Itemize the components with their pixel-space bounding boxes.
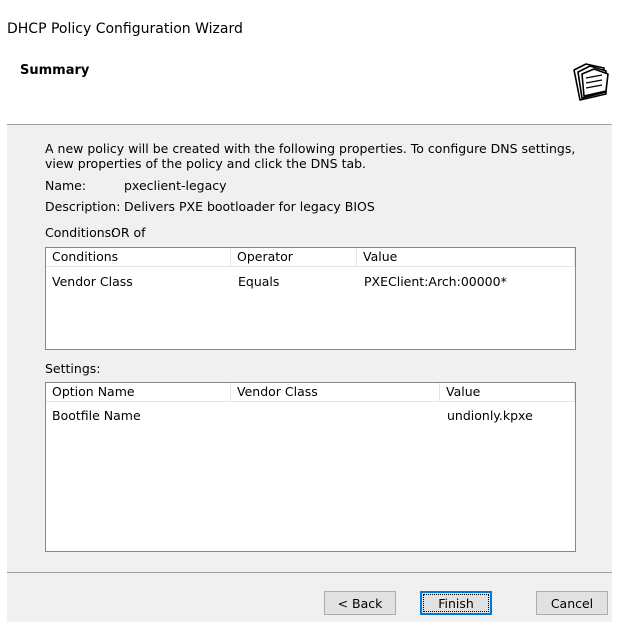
folders-icon bbox=[568, 60, 610, 102]
name-value: pxeclient-legacy bbox=[124, 178, 227, 193]
focus-rect bbox=[423, 594, 489, 612]
column-header-vendor-class[interactable]: Vendor Class bbox=[231, 383, 440, 401]
column-header-operator[interactable]: Operator bbox=[231, 248, 357, 266]
intro-line-2: view properties of the policy and click … bbox=[45, 156, 367, 171]
window-title: DHCP Policy Configuration Wizard bbox=[7, 21, 243, 37]
option-name-cell: Bootfile Name bbox=[52, 408, 141, 423]
description-value: Delivers PXE bootloader for legacy BIOS bbox=[124, 199, 375, 214]
wizard-footer: < Back Finish Cancel bbox=[7, 573, 612, 622]
operator-cell: Equals bbox=[238, 274, 280, 289]
value-cell: PXEClient:Arch:00000* bbox=[364, 274, 507, 289]
condition-cell: Vendor Class bbox=[52, 274, 133, 289]
conditions-list-header: Conditions Operator Value bbox=[46, 248, 575, 267]
column-header-conditions[interactable]: Conditions bbox=[46, 248, 231, 266]
wizard-header: Summary bbox=[7, 44, 612, 124]
column-header-value[interactable]: Value bbox=[357, 248, 575, 266]
settings-list[interactable]: Option Name Vendor Class Value Bootfile … bbox=[45, 382, 576, 552]
title-bar: DHCP Policy Configuration Wizard bbox=[0, 0, 620, 44]
wizard-body: A new policy will be created with the fo… bbox=[7, 125, 612, 572]
finish-button[interactable]: Finish bbox=[420, 591, 492, 615]
back-button[interactable]: < Back bbox=[324, 591, 396, 615]
cancel-button[interactable]: Cancel bbox=[536, 591, 608, 615]
conditions-value: OR of bbox=[111, 225, 146, 240]
conditions-label: Conditions: bbox=[45, 225, 116, 240]
name-label: Name: bbox=[45, 178, 87, 193]
settings-list-header: Option Name Vendor Class Value bbox=[46, 383, 575, 402]
settings-label: Settings: bbox=[45, 361, 101, 376]
wizard-window: DHCP Policy Configuration Wizard Summary… bbox=[0, 0, 620, 622]
description-label: Description: bbox=[45, 199, 121, 214]
conditions-list[interactable]: Conditions Operator Value Vendor Class E… bbox=[45, 247, 576, 350]
intro-line-1: A new policy will be created with the fo… bbox=[45, 141, 576, 156]
column-header-option-name[interactable]: Option Name bbox=[46, 383, 231, 401]
setting-value-cell: undionly.kpxe bbox=[447, 408, 533, 423]
page-title: Summary bbox=[20, 63, 90, 78]
column-header-value[interactable]: Value bbox=[440, 383, 575, 401]
